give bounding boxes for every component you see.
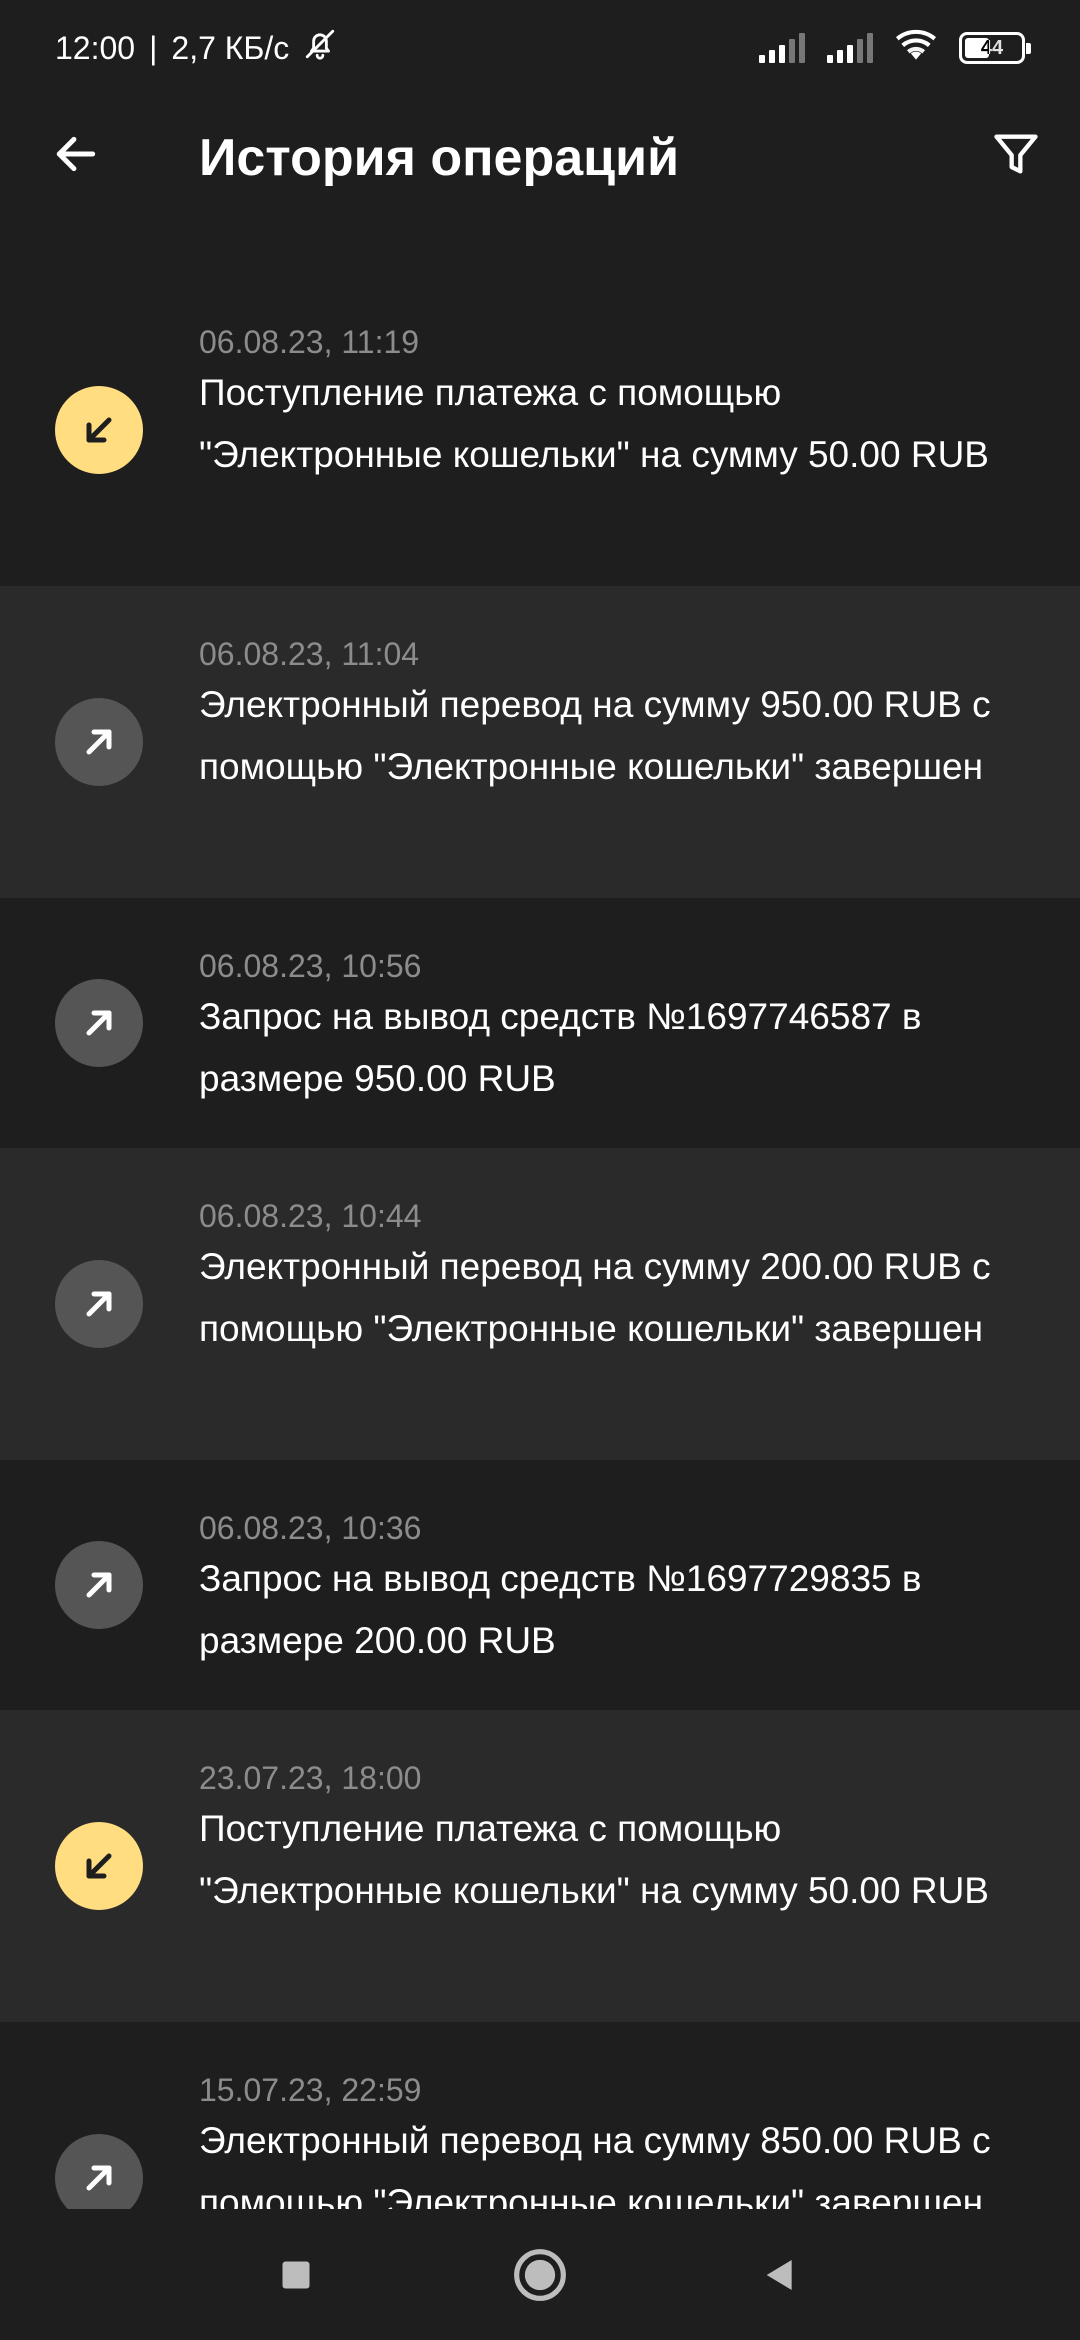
arrow-up-right-icon [55, 1260, 143, 1348]
operation-row[interactable]: 06.08.23, 10:44 Электронный перевод на с… [0, 1148, 1080, 1460]
arrow-up-right-icon [55, 698, 143, 786]
operation-row[interactable]: 23.07.23, 18:00 Поступление платежа с по… [0, 1710, 1080, 2022]
back-button[interactable] [40, 120, 112, 192]
operation-date: 06.08.23, 10:56 [199, 948, 422, 984]
operation-date: 06.08.23, 10:44 [199, 1198, 422, 1234]
system-nav-bar [0, 2209, 1080, 2340]
page-title: История операций [199, 129, 680, 187]
home-button[interactable] [500, 2237, 580, 2317]
square-icon [278, 2257, 314, 2298]
arrow-left-icon [51, 129, 101, 184]
operation-text: Поступление платежа с помощью "Электронн… [199, 1808, 989, 1911]
bell-off-icon [303, 27, 337, 69]
operation-row[interactable]: 06.08.23, 10:56 Запрос на вывод средств … [0, 898, 1080, 1148]
operations-list: 06.08.23, 11:19 Поступление платежа с по… [0, 274, 1080, 2209]
arrow-up-right-icon [55, 979, 143, 1067]
status-left: 12:00 | 2,7 КБ/с [55, 27, 337, 69]
app-root: 12:00 | 2,7 КБ/с 44 История операций 06.… [0, 0, 1080, 2340]
operation-row[interactable]: 06.08.23, 10:36 Запрос на вывод средств … [0, 1460, 1080, 1710]
operation-date: 06.08.23, 11:19 [199, 324, 420, 360]
status-bar: 12:00 | 2,7 КБ/с 44 [0, 0, 1080, 96]
operation-date: 06.08.23, 10:36 [199, 1510, 422, 1546]
status-separator: | [149, 29, 158, 66]
signal-1-icon [759, 33, 805, 63]
circle-icon [512, 2247, 568, 2308]
signal-2-icon [827, 33, 873, 63]
arrow-down-left-icon [55, 386, 143, 474]
filter-icon [990, 128, 1042, 185]
network-speed: 2,7 КБ/с [171, 29, 290, 66]
operation-date: 06.08.23, 11:04 [199, 636, 420, 672]
operation-text: Запрос на вывод средств №1697729835 в ра… [199, 1558, 922, 1661]
battery-icon: 44 [959, 32, 1031, 64]
operation-text: Поступление платежа с помощью "Электронн… [199, 372, 989, 475]
battery-level: 44 [980, 36, 1004, 59]
status-time: 12:00 [55, 29, 136, 66]
operation-row[interactable]: 06.08.23, 11:04 Электронный перевод на с… [0, 586, 1080, 898]
wifi-icon [895, 29, 937, 68]
operation-date: 23.07.23, 18:00 [199, 1760, 422, 1796]
operation-text: Запрос на вывод средств №1697746587 в ра… [199, 996, 922, 1099]
arrow-up-right-icon [55, 2134, 143, 2209]
operation-text: Электронный перевод на сумму 850.00 RUB … [199, 2120, 991, 2209]
app-header: История операций [0, 100, 1080, 210]
arrow-down-left-icon [55, 1822, 143, 1910]
system-back-button[interactable] [740, 2237, 820, 2317]
status-right: 44 [759, 29, 1031, 68]
recents-button[interactable] [256, 2237, 336, 2317]
operation-text: Электронный перевод на сумму 200.00 RUB … [199, 1246, 991, 1349]
operation-row[interactable]: 15.07.23, 22:59 Электронный перевод на с… [0, 2022, 1080, 2209]
operation-text: Электронный перевод на сумму 950.00 RUB … [199, 684, 991, 787]
triangle-back-icon [760, 2255, 800, 2300]
arrow-up-right-icon [55, 1541, 143, 1629]
filter-button[interactable] [980, 120, 1052, 192]
operation-row[interactable]: 06.08.23, 11:19 Поступление платежа с по… [0, 274, 1080, 586]
operation-date: 15.07.23, 22:59 [199, 2072, 422, 2108]
